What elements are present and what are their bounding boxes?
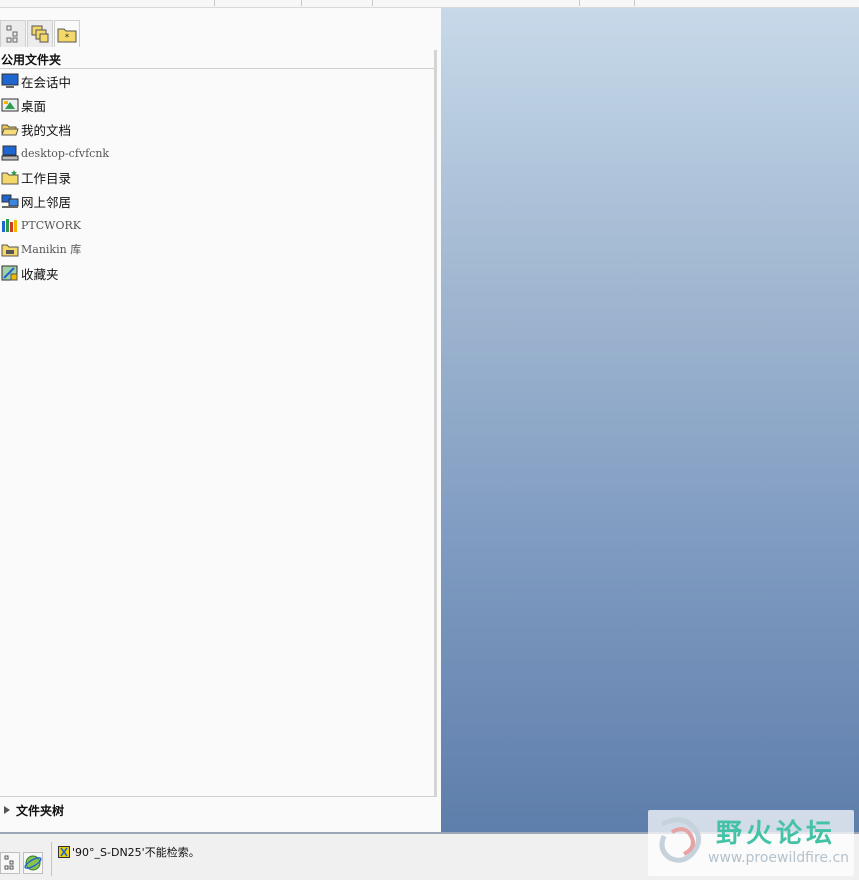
list-item[interactable]: Manikin 库	[0, 238, 430, 260]
computer-icon	[1, 145, 19, 161]
network-icon	[1, 194, 19, 208]
navigator-panel: * 公用文件夹 在会话中 桌面 我的文档 desktop-cfvfcnk 工作目…	[0, 8, 441, 832]
list-item-label: 工作目录	[21, 170, 72, 186]
menu-strip	[0, 0, 859, 8]
list-item-label: 在会话中	[21, 74, 72, 90]
list-item[interactable]: 我的文档	[0, 118, 430, 140]
layers-icon	[31, 25, 49, 43]
list-item[interactable]: 工作目录	[0, 166, 430, 188]
model-tree-icon	[6, 25, 18, 43]
warning-icon	[58, 846, 70, 858]
manikin-folder-icon	[1, 244, 19, 257]
monitor-icon	[1, 73, 19, 88]
list-item[interactable]: 在会话中	[0, 70, 430, 92]
list-item-label: desktop-cfvfcnk	[21, 146, 110, 160]
tab-folder-browser[interactable]: *	[54, 20, 80, 47]
panel-title: 公用文件夹	[0, 52, 436, 69]
list-item-label: Manikin 库	[21, 243, 82, 256]
panel-splitter[interactable]	[434, 50, 437, 797]
folder-tree-toggle[interactable]: 文件夹树	[0, 796, 436, 823]
list-item-label: 网上邻居	[21, 194, 72, 210]
watermark-title: 野火论坛	[716, 819, 837, 849]
browser-icon	[24, 855, 42, 871]
expand-arrow-icon	[4, 806, 10, 814]
status-message-text: '90°_S-DN25'不能检索。	[72, 846, 200, 859]
svg-text:*: *	[65, 33, 70, 43]
desktop-icon	[1, 98, 19, 112]
list-item[interactable]: desktop-cfvfcnk	[0, 142, 430, 164]
list-item[interactable]: PTCWORK	[0, 214, 430, 236]
watermark-url: www.proewildfire.cn	[708, 850, 850, 866]
watermark: 野火论坛 www.proewildfire.cn	[648, 810, 854, 876]
library-icon	[2, 219, 17, 232]
list-item-label: PTCWORK	[21, 218, 81, 232]
list-item-label: 我的文档	[21, 122, 72, 138]
watermark-logo-icon	[659, 817, 701, 863]
toggle-navigator-button[interactable]	[0, 852, 20, 874]
open-folder-icon	[1, 124, 19, 136]
list-item[interactable]: 收藏夹	[0, 262, 430, 284]
tab-model-tree[interactable]	[0, 20, 26, 47]
graphics-window[interactable]	[441, 8, 859, 832]
list-item-label: 收藏夹	[21, 266, 59, 282]
status-message: '90°_S-DN25'不能检索。	[58, 844, 200, 860]
toggle-browser-button[interactable]	[23, 852, 43, 874]
folder-browser-icon: *	[57, 28, 77, 43]
tab-layers[interactable]	[27, 20, 53, 47]
list-item[interactable]: 网上邻居	[0, 190, 430, 212]
list-item[interactable]: 桌面	[0, 94, 430, 116]
working-folder-icon	[1, 170, 19, 185]
status-separator	[51, 842, 52, 876]
folder-tree-label: 文件夹树	[16, 803, 65, 818]
list-item-label: 桌面	[21, 98, 47, 114]
model-tree-icon	[4, 855, 14, 870]
favorites-icon	[1, 265, 18, 281]
